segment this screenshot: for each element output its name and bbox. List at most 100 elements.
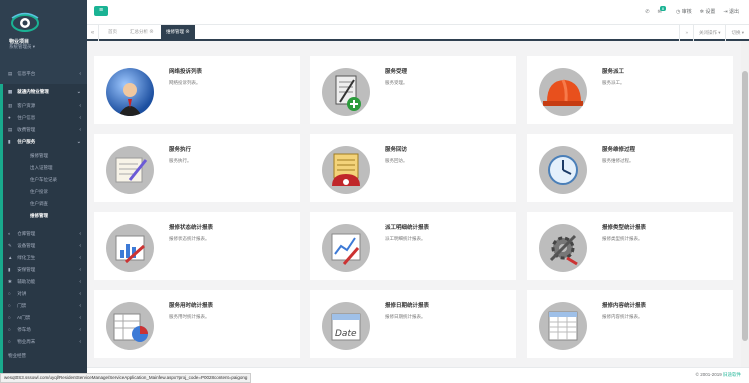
- sidebar-subitem-maintenance[interactable]: 维修管理: [0, 210, 87, 221]
- card-desc: 服务回访。: [385, 158, 408, 163]
- audit-button[interactable]: ◷ 审核: [676, 8, 692, 15]
- card-repair-content-report[interactable]: 报修内容统计报表 报修内容统计报表。: [527, 290, 733, 358]
- close-operations-dropdown[interactable]: 关闭操作 ▾: [692, 25, 726, 41]
- nav-item-customer-resources[interactable]: ▥ 客户资源 ‹: [0, 100, 87, 112]
- card-service-acceptance[interactable]: 服务受理 服务受理。: [310, 56, 516, 124]
- topbar: ≡ ✆ ✉8 ◷ 审核 ✲ 设置 ⇥ 退出: [87, 0, 749, 25]
- card-title: 服务维修过程: [602, 147, 636, 153]
- eye-logo-icon: [11, 12, 39, 32]
- phone-icon[interactable]: ✆: [645, 9, 649, 15]
- browser-status-url: wesqt0S3.sssowl.com/uyql/ResidentService…: [0, 373, 252, 383]
- card-title: 派工明细统计报表: [385, 225, 430, 231]
- card-network-complaints[interactable]: 网络投诉列表 网络投诉列表。: [94, 56, 300, 124]
- nav-item-operation[interactable]: 物业经营: [0, 350, 87, 362]
- card-title: 服务用时统计报表: [169, 303, 214, 309]
- card-title: 服务受理: [385, 69, 408, 75]
- scrollbar-thumb[interactable]: [742, 71, 748, 341]
- chevron-down-icon: ⌄: [76, 139, 81, 145]
- clipboard-plus-icon: [322, 68, 370, 116]
- card-title: 网络投诉列表: [169, 69, 203, 75]
- nav-item-ai-gate[interactable]: ○ AI门禁 ‹: [0, 312, 87, 324]
- tab-summary[interactable]: 汇总分析 ⊗: [125, 25, 159, 39]
- tab-home[interactable]: 首页: [103, 25, 122, 39]
- gear-icon: ✱: [8, 279, 12, 284]
- card-repair-date-report[interactable]: Date 报修日期统计报表 报修日期统计报表。: [310, 290, 516, 358]
- card-title: 报修日期统计报表: [385, 303, 430, 309]
- circle-icon: ○: [8, 315, 11, 320]
- sidebar-subitem-parking-record[interactable]: 住户车位记录: [0, 174, 87, 185]
- logout-button[interactable]: ⇥ 退出: [723, 8, 739, 15]
- card-dispatch-detail-report[interactable]: 派工明细统计报表 派工明细统计报表。: [310, 212, 516, 280]
- spreadsheet-icon: [539, 302, 587, 350]
- card-title: 服务回访: [385, 147, 408, 153]
- nav-item-parking[interactable]: ○ 停车场 ‹: [0, 324, 87, 336]
- card-service-dispatch[interactable]: 服务派工 服务派工。: [527, 56, 733, 124]
- card-maintenance-process[interactable]: 服务维修过程 服务维修过程。: [527, 134, 733, 202]
- tab-scroll-left-button[interactable]: «: [87, 25, 99, 41]
- audit-label: 审核: [681, 9, 692, 15]
- card-repair-type-report[interactable]: 报修类型统计报表 报修类型统计报表。: [527, 212, 733, 280]
- nav-item-resident-info[interactable]: ● 住户信息 ‹: [0, 112, 87, 124]
- chevron-left-icon: ‹: [79, 327, 81, 333]
- nav-item-gate[interactable]: ○ 门禁 ‹: [0, 300, 87, 312]
- card-service-execution[interactable]: 服务执行 服务执行。: [94, 134, 300, 202]
- card-repair-status-report[interactable]: 报修状态统计报表 报修状态统计报表。: [94, 212, 300, 280]
- nav-label: 信息平台: [17, 71, 36, 76]
- card-service-followup[interactable]: 服务回访 服务回访。: [310, 134, 516, 202]
- svg-text:Date: Date: [335, 329, 357, 339]
- nav-item-weekend[interactable]: ○ 物业周末 ‹: [0, 336, 87, 348]
- content-scrollbar[interactable]: [741, 41, 749, 367]
- sidebar-subitem-repair[interactable]: 报修管理: [0, 150, 87, 161]
- nav-item-greening[interactable]: ▲ 绿化卫生 ‹: [0, 252, 87, 264]
- chevron-left-icon: ‹: [79, 279, 81, 285]
- copyright: © 2001-2019 旧途软件: [696, 372, 741, 378]
- nav-label: 门禁: [17, 303, 27, 308]
- nav-label: 安保管理: [17, 267, 36, 272]
- clock-icon: [539, 146, 587, 194]
- nav-item-auxiliary[interactable]: ✱ 辅助功能 ‹: [0, 276, 87, 288]
- nav-item-equipment[interactable]: ✎ 设备管理 ‹: [0, 240, 87, 252]
- sidebar: 物业项目 系统管理员 ▾ ▤ 信息平台 ‹ ▦ 就通内物业管理 ⌄ ▥ 客户资源…: [0, 0, 87, 383]
- nav-info-platform[interactable]: ▤ 信息平台 ‹: [0, 68, 87, 80]
- card-title: 报修类型统计报表: [602, 225, 647, 231]
- book-icon: ▮: [8, 139, 11, 144]
- nav-label: 就通内物业管理: [17, 89, 49, 94]
- nav-app-management[interactable]: ▦ 就通内物业管理 ⌄: [0, 86, 87, 98]
- sidebar-subitem-access-pass[interactable]: 出入证管理: [0, 162, 87, 173]
- nav-label: 停车场: [17, 327, 31, 332]
- nav-item-security[interactable]: ▮ 安保管理 ‹: [0, 264, 87, 276]
- phone-call-icon: [322, 146, 370, 194]
- chevron-left-icon: ‹: [79, 267, 81, 273]
- card-service-time-report[interactable]: 服务用时统计报表 服务用时统计报表。: [94, 290, 300, 358]
- menu-icon: ≡: [98, 7, 104, 14]
- chevron-left-icon: ‹: [79, 291, 81, 297]
- settings-label: 设置: [705, 9, 716, 15]
- tab-maintenance[interactable]: 维修管理 ⊗: [161, 25, 195, 39]
- chevron-left-icon: ‹: [79, 243, 81, 249]
- sidebar-subitem-survey[interactable]: 住户调查: [0, 198, 87, 209]
- chevron-left-icon: ‹: [79, 103, 81, 109]
- menu-toggle-button[interactable]: ≡: [94, 6, 108, 16]
- shield-icon: ▮: [8, 267, 11, 272]
- nav-label: 辅助功能: [17, 279, 36, 284]
- tab-bar: « 首页 汇总分析 ⊗ 维修管理 ⊗ » 关闭操作 ▾ 切换 ▾: [87, 25, 749, 41]
- nav-item-fee-management[interactable]: ▤ 收费管理 ‹: [0, 124, 87, 136]
- chart-report-icon: [106, 224, 154, 272]
- switch-dropdown[interactable]: 切换 ▾: [725, 25, 749, 41]
- grid-icon: ▦: [8, 89, 13, 94]
- company-link[interactable]: 旧途软件: [723, 372, 741, 377]
- message-button[interactable]: ✉8: [658, 5, 668, 15]
- user-menu[interactable]: 系统管理员 ▾: [9, 44, 35, 50]
- tab-scroll-right-button[interactable]: »: [679, 25, 693, 41]
- sidebar-subitem-complaint[interactable]: 住户投诉: [0, 186, 87, 197]
- document-pen-icon: [106, 146, 154, 194]
- nav-item-intercom[interactable]: ○ 对讲 ‹: [0, 288, 87, 300]
- settings-button[interactable]: ✲ 设置: [700, 8, 716, 15]
- card-title: 服务派工: [602, 69, 625, 75]
- nav-item-warehouse[interactable]: ◐ 仓库管理 ‹: [0, 228, 87, 240]
- card-desc: 服务派工。: [602, 80, 625, 85]
- chevron-left-icon: ‹: [79, 231, 81, 237]
- nav-label: 物业周末: [17, 339, 36, 344]
- chevron-left-icon: ‹: [79, 127, 81, 133]
- nav-item-resident-service[interactable]: ▮ 住户服务 ⌄: [0, 136, 87, 148]
